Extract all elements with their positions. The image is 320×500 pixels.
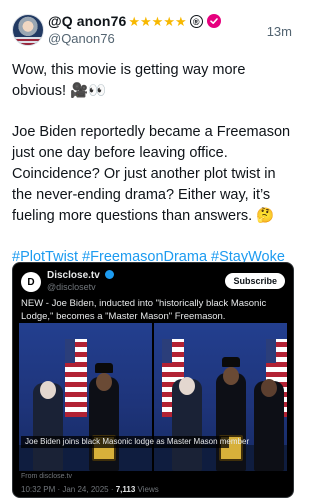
avatar-flag xyxy=(13,37,43,45)
flag-icon xyxy=(65,339,87,417)
views-count: 7,113 xyxy=(115,485,136,494)
person-head xyxy=(179,377,195,395)
verified-badge-icon xyxy=(206,14,221,28)
source-link[interactable]: From disclose.tv xyxy=(21,473,72,480)
embedded-timestamp[interactable]: 10:32 PM · Jan 24, 2025 · xyxy=(21,485,116,494)
person-head xyxy=(40,381,56,399)
embedded-account-name-text: Disclose.tv xyxy=(47,270,100,281)
post-header: @Q anon76 ★ ★ ★ ★ ★ ® @Qanon76 13m xyxy=(0,0,304,52)
embedded-post-header: D Disclose.tv @disclosetv Subscribe xyxy=(21,270,285,294)
author-handle[interactable]: @Qanon76 xyxy=(48,31,115,46)
star-icon: ★ xyxy=(128,13,141,29)
embedded-meta: 10:32 PM · Jan 24, 2025 · 7,113 Views xyxy=(21,485,159,494)
author-display-name[interactable]: @Q anon76 xyxy=(48,13,126,29)
person-head xyxy=(261,379,277,397)
embedded-post-text: NEW - Joe Biden, inducted into "historic… xyxy=(21,298,267,322)
embedded-post-card[interactable]: D Disclose.tv @disclosetv Subscribe NEW … xyxy=(12,262,294,498)
photo-right[interactable] xyxy=(154,323,287,471)
flag-canton xyxy=(162,339,172,363)
embedded-photos[interactable] xyxy=(19,323,287,471)
star-icon: ★ xyxy=(140,13,152,29)
registered-icon: ® xyxy=(189,14,203,28)
verified-check-icon xyxy=(104,270,114,279)
post-paragraph: Wow, this movie is getting way more obvi… xyxy=(12,62,246,99)
star-icon: ★ xyxy=(151,13,164,29)
embedded-account-handle[interactable]: @disclosetv xyxy=(47,282,96,292)
logo-letter: D xyxy=(27,276,35,288)
star-rating: ★ ★ ★ ★ ★ xyxy=(128,15,186,28)
flag-canton xyxy=(65,339,75,363)
embedded-account-name[interactable]: Disclose.tv xyxy=(47,270,114,281)
disclosetv-logo-icon[interactable]: D xyxy=(21,272,41,292)
image-caption: Joe Biden joins black Masonic lodge as M… xyxy=(21,436,249,448)
flag-canton xyxy=(266,339,276,363)
post-time[interactable]: 13m xyxy=(267,24,292,39)
author-name-row: @Q anon76 ★ ★ ★ ★ ★ ® xyxy=(48,12,221,30)
top-hat-icon xyxy=(95,363,113,373)
person-head xyxy=(223,367,239,385)
star-icon: ★ xyxy=(163,13,175,29)
avatar[interactable] xyxy=(12,14,44,46)
subscribe-button[interactable]: Subscribe xyxy=(225,273,285,289)
person-head xyxy=(96,373,112,391)
post-paragraph: Joe Biden reportedly became a Freemason … xyxy=(12,124,291,224)
star-icon: ★ xyxy=(174,13,187,29)
top-hat-icon xyxy=(222,357,240,367)
views-label: Views xyxy=(135,485,159,494)
photo-left[interactable] xyxy=(19,323,152,471)
